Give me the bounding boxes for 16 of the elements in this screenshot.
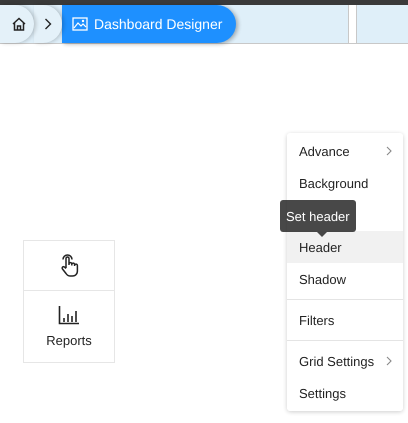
menu-item[interactable]: Grid Settings	[287, 340, 403, 377]
menu-item[interactable]: Shadow	[287, 263, 403, 295]
bar-chart-icon	[58, 305, 80, 325]
home-button[interactable]	[0, 5, 34, 43]
menu-item[interactable]: Filters	[287, 299, 403, 336]
menu-item[interactable]: Header	[287, 231, 403, 263]
chevron-icon	[386, 146, 392, 156]
chevron-icon	[44, 18, 52, 30]
menu-item[interactable]: Settings	[287, 377, 403, 409]
home-icon	[11, 16, 27, 32]
image-icon	[72, 17, 88, 31]
chevron-icon	[386, 356, 392, 366]
tooltip: Set header	[280, 200, 356, 232]
menu-item[interactable]: Advance	[287, 135, 403, 167]
menu-item[interactable]: Background	[287, 167, 403, 199]
pointing-hand-icon	[59, 254, 79, 278]
